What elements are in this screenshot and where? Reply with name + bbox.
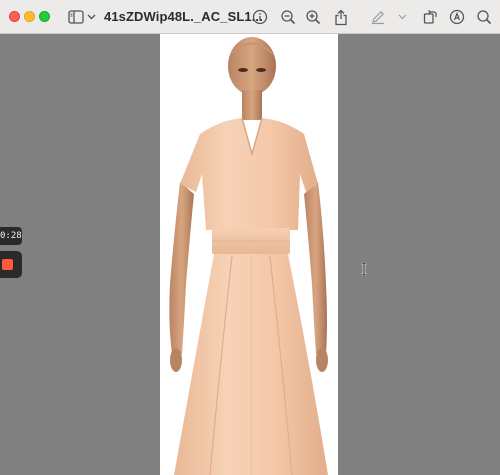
window-toolbar: 41sZDWip48L._AC_SL1...	[0, 0, 500, 34]
close-button[interactable]	[9, 11, 20, 22]
stop-recording-button[interactable]	[0, 251, 22, 278]
zoom-out-icon[interactable]	[278, 7, 298, 27]
zoom-button[interactable]	[39, 11, 50, 22]
minimize-button[interactable]	[24, 11, 35, 22]
share-icon[interactable]	[331, 7, 351, 27]
window-title: 41sZDWip48L._AC_SL1...	[104, 9, 263, 24]
stop-recording-icon	[2, 259, 13, 270]
product-photo	[160, 34, 338, 475]
sidebar-toggle-icon[interactable]	[66, 7, 86, 27]
markup-circle-icon[interactable]	[447, 7, 467, 27]
zoom-in-icon[interactable]	[303, 7, 323, 27]
search-icon[interactable]	[474, 7, 494, 27]
markup-pen-icon[interactable]	[368, 7, 388, 27]
image-viewer[interactable]: 0:28	[0, 34, 500, 475]
info-icon[interactable]	[250, 7, 270, 27]
chevron-down-icon[interactable]	[396, 7, 408, 27]
rotate-icon[interactable]	[420, 7, 440, 27]
chevron-down-icon[interactable]	[85, 7, 97, 27]
recording-timer: 0:28	[0, 227, 22, 245]
text-cursor-icon	[359, 261, 369, 277]
